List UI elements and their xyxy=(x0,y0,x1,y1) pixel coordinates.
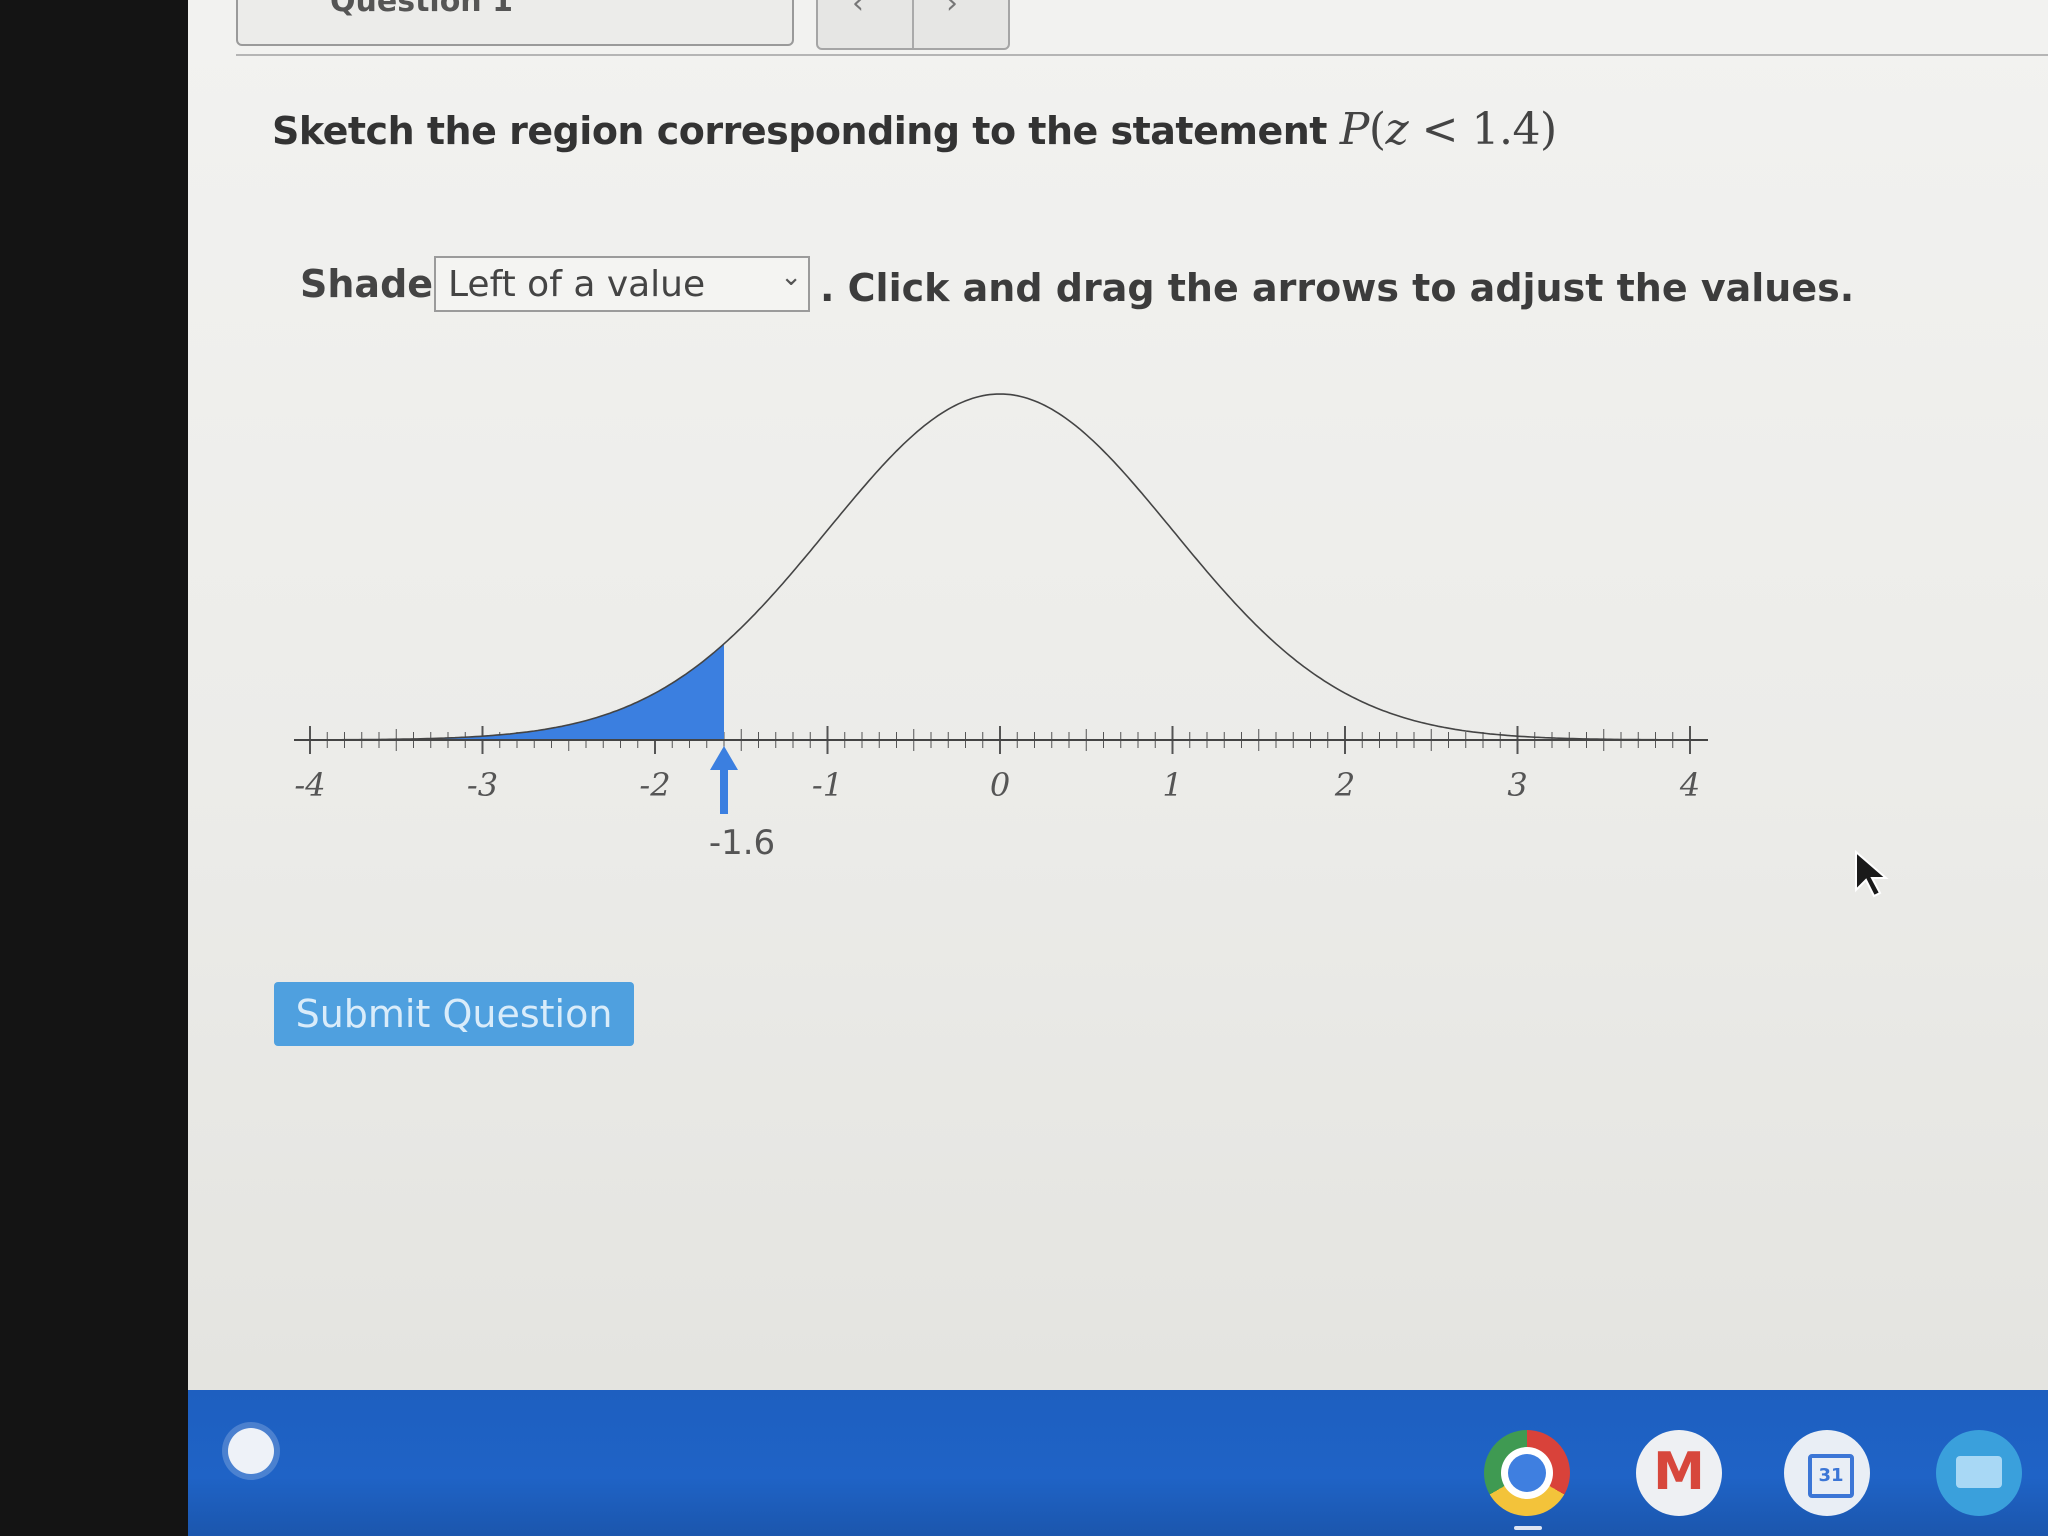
calendar-day: 31 xyxy=(1808,1454,1854,1498)
tick-labels: -4 -3 -2 -1 0 1 2 3 4 xyxy=(294,766,1700,804)
tick-label: 2 xyxy=(1334,766,1355,804)
math-close: ) xyxy=(1540,104,1557,155)
tick-label: 3 xyxy=(1507,766,1527,804)
question-nav-select[interactable]: Question 1 xyxy=(236,0,794,46)
prompt-text: Sketch the region corresponding to the s… xyxy=(272,109,1327,153)
folder-shape xyxy=(1956,1456,2002,1488)
nav-divider xyxy=(912,0,914,48)
mouse-cursor-icon xyxy=(1855,850,1889,898)
math-operator: < xyxy=(1408,104,1472,155)
question-nav-label: Question 1 xyxy=(330,0,513,19)
tick-label: 0 xyxy=(990,766,1010,804)
tick-label: -4 xyxy=(294,766,325,804)
math-p: P xyxy=(1339,104,1370,155)
normal-curve-chart: -4 -3 -2 -1 0 1 2 3 4 -1.6 xyxy=(294,393,1708,863)
chevron-right-icon[interactable]: › xyxy=(946,0,958,21)
handle-value-label: -1.6 xyxy=(709,823,775,863)
chevron-left-icon[interactable]: ‹ xyxy=(852,0,864,21)
chevron-down-icon: ⌄ xyxy=(780,262,802,292)
density-curve xyxy=(310,393,1690,741)
tick-label: 1 xyxy=(1162,766,1182,804)
tick-label: -2 xyxy=(639,766,670,804)
submit-question-button[interactable]: Submit Question xyxy=(274,982,634,1046)
tick-label: 4 xyxy=(1679,766,1700,804)
header-divider xyxy=(236,54,2048,56)
math-open: ( xyxy=(1368,104,1386,155)
gmail-icon[interactable]: M xyxy=(1636,1430,1722,1516)
chrome-icon[interactable] xyxy=(1484,1430,1570,1516)
math-z: z xyxy=(1385,104,1409,155)
math-value: 1.4 xyxy=(1471,104,1541,155)
prompt-math: P(z < 1.4) xyxy=(1340,104,1557,155)
tick-label: -3 xyxy=(467,766,498,804)
shaded-region xyxy=(310,643,724,740)
launcher-icon[interactable] xyxy=(228,1428,274,1474)
active-app-indicator xyxy=(1514,1526,1542,1530)
shade-label: Shade: xyxy=(300,262,449,306)
shade-instructions: . Click and drag the arrows to adjust th… xyxy=(820,266,1855,310)
question-prompt: Sketch the region corresponding to the s… xyxy=(272,104,1557,155)
taskbar: M 31 xyxy=(188,1390,2048,1536)
calendar-icon[interactable]: 31 xyxy=(1784,1430,1870,1516)
files-icon[interactable] xyxy=(1936,1430,2022,1516)
drag-arrow-handle[interactable]: -1.6 xyxy=(709,746,775,863)
question-nav-arrows: ‹ › xyxy=(816,0,1010,50)
shade-select-value: Left of a value xyxy=(448,264,706,305)
gmail-letter: M xyxy=(1653,1442,1705,1502)
shade-select[interactable]: Left of a value ⌄ xyxy=(434,256,810,312)
arrow-up-icon[interactable] xyxy=(710,746,738,814)
tick-label: -1 xyxy=(812,766,843,804)
